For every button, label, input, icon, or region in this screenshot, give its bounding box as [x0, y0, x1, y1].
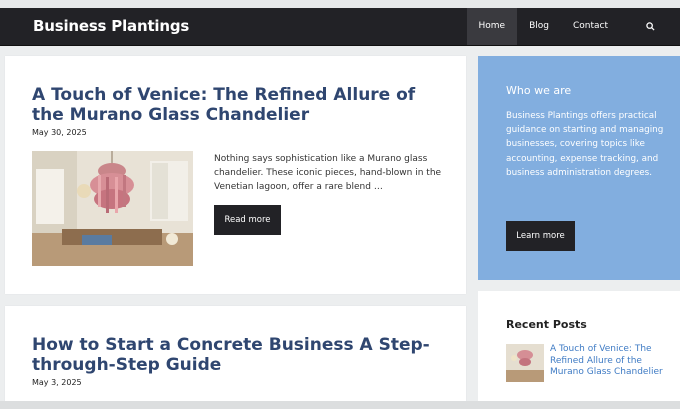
about-heading: Who we are: [506, 84, 572, 97]
post-excerpt: Nothing says sophistication like a Muran…: [214, 154, 442, 192]
post-thumbnail[interactable]: [32, 151, 193, 266]
post-title-link[interactable]: How to Start a Concrete Business A Step-…: [32, 335, 452, 375]
post-card: How to Start a Concrete Business A Step-…: [5, 306, 466, 409]
post-title-link[interactable]: A Touch of Venice: The Refined Allure of…: [32, 85, 452, 125]
post-date: May 30, 2025: [32, 128, 87, 137]
recent-post-link[interactable]: A Touch of Venice: The Refined Allure of…: [550, 344, 675, 379]
chandelier-thumbnail-image: [506, 344, 544, 382]
nav-item-blog[interactable]: Blog: [517, 8, 561, 45]
recent-post-thumbnail[interactable]: [506, 344, 544, 382]
recent-posts-widget: Recent Posts A Touch of Venice: The Refi…: [478, 291, 680, 409]
top-navigation: Business Plantings Home Blog Contact: [0, 8, 680, 46]
bottom-strip: [0, 401, 680, 409]
search-icon: [645, 22, 655, 31]
top-strip: [0, 0, 680, 8]
post-date: May 3, 2025: [32, 378, 82, 387]
about-text: Business Plantings offers practical guid…: [506, 111, 664, 178]
about-widget: Who we are Business Plantings offers pra…: [478, 56, 680, 280]
site-title[interactable]: Business Plantings: [33, 17, 189, 35]
search-button[interactable]: [620, 8, 680, 45]
learn-more-button[interactable]: Learn more: [506, 221, 575, 251]
recent-posts-heading: Recent Posts: [506, 318, 587, 331]
read-more-button[interactable]: Read more: [214, 205, 281, 235]
chandelier-image: [32, 151, 193, 266]
nav-item-home[interactable]: Home: [466, 8, 518, 45]
nav-item-contact[interactable]: Contact: [561, 8, 620, 45]
post-card: A Touch of Venice: The Refined Allure of…: [5, 56, 466, 294]
main-menu: Home Blog Contact: [466, 8, 680, 45]
